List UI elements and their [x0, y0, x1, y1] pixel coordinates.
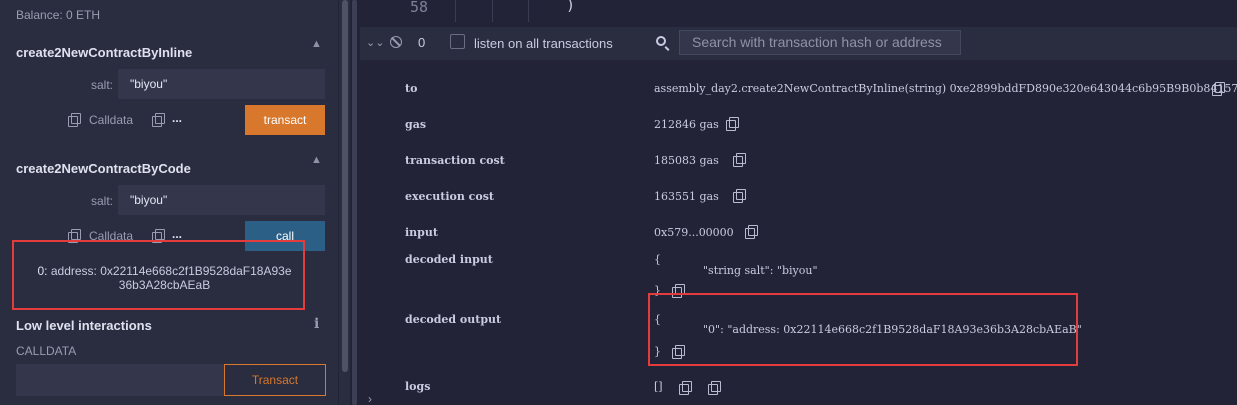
param-label-salt: salt: — [91, 78, 114, 92]
code-line: ) — [566, 0, 576, 14]
decoded-input-open: { — [654, 253, 661, 266]
param-label-salt: salt: — [91, 194, 114, 208]
chevron-up-icon[interactable]: ▲ — [311, 154, 322, 166]
copy-icon[interactable] — [1212, 82, 1225, 96]
copy-icon[interactable] — [733, 189, 746, 203]
tx-key-execution-cost: execution cost — [405, 190, 494, 203]
tx-val-to: assembly_day2.create2NewContractByInline… — [654, 82, 1237, 95]
tx-key-input: input — [405, 226, 438, 239]
low-level-transact-button[interactable]: Transact — [224, 364, 326, 396]
editor-gutter-line — [455, 0, 456, 22]
chevron-up-icon[interactable]: ▲ — [311, 38, 322, 50]
tx-key-transaction-cost: transaction cost — [405, 154, 505, 167]
calldata-label[interactable]: Calldata — [89, 113, 133, 127]
copy-icon[interactable] — [679, 381, 692, 395]
tx-val-execution-cost: 163551 gas — [654, 190, 719, 203]
pending-tx-count: 0 — [418, 35, 426, 50]
tx-val-transaction-cost: 185083 gas — [654, 154, 719, 167]
decoded-output-close: } — [654, 345, 661, 358]
tx-key-logs: logs — [405, 380, 431, 393]
tx-key-decoded-output: decoded output — [405, 313, 502, 326]
call-result: 0: address: 0x22114e668c2f1B9528daF18A93… — [27, 264, 302, 292]
divider-thumb[interactable] — [352, 0, 357, 405]
function-title-create2-code[interactable]: create2NewContractByCode — [16, 161, 191, 176]
result-index: 0: — [37, 264, 48, 278]
tx-key-decoded-input: decoded input — [405, 253, 493, 266]
tx-val-logs: [] — [654, 380, 663, 393]
more-ellipsis[interactable]: ... — [172, 111, 182, 125]
copy-icon[interactable] — [726, 117, 739, 131]
copy-icon[interactable] — [152, 113, 165, 127]
left-scrollbar[interactable] — [338, 0, 350, 405]
search-input[interactable]: Search with transaction hash or address — [679, 30, 961, 55]
copy-icon[interactable] — [672, 284, 685, 298]
clear-console-icon[interactable] — [390, 36, 402, 48]
salt-input[interactable]: "biyou" — [118, 69, 325, 99]
scrollbar-thumb[interactable] — [342, 0, 348, 372]
line-number: 58 — [410, 0, 429, 16]
tx-key-to: to — [405, 82, 418, 95]
copy-icon[interactable] — [68, 229, 81, 243]
deploy-run-panel: Balance: 0 ETH create2NewContractByInlin… — [0, 0, 338, 405]
listen-all-label[interactable]: listen on all transactions — [474, 36, 613, 51]
function-title-create2-inline[interactable]: create2NewContractByInline — [16, 45, 192, 60]
transact-button[interactable]: transact — [245, 105, 325, 135]
call-button[interactable]: call — [245, 221, 325, 251]
decoded-input-close: } — [654, 284, 661, 297]
tx-key-gas: gas — [405, 118, 427, 131]
calldata-input[interactable] — [16, 364, 224, 396]
more-ellipsis[interactable]: ... — [172, 227, 182, 241]
calldata-label[interactable]: Calldata — [89, 229, 133, 243]
decoded-output-body: "0": "address: 0x22114e668c2f1B9528daF18… — [703, 323, 1082, 336]
panel-divider[interactable] — [350, 0, 360, 405]
salt-input[interactable]: "biyou" — [118, 185, 325, 215]
balance-text: Balance: 0 ETH — [16, 8, 101, 22]
low-level-title: Low level interactions — [16, 318, 152, 333]
tx-val-gas: 212846 gas — [654, 118, 719, 131]
copy-icon[interactable] — [68, 113, 81, 127]
copy-icon[interactable] — [672, 345, 685, 359]
chevron-right-icon[interactable]: › — [368, 392, 372, 405]
calldata-section-label: CALLDATA — [16, 344, 77, 358]
copy-icon[interactable] — [733, 153, 746, 167]
result-line-1: address: 0x22114e668c2f1B9528daF18A93e — [50, 264, 292, 278]
decoded-output-open: { — [654, 313, 661, 326]
copy-icon[interactable] — [708, 381, 721, 395]
info-icon[interactable]: i — [314, 316, 319, 332]
tx-val-input: 0x579...00000 — [654, 226, 734, 239]
decoded-input-body: "string salt": "biyou" — [703, 264, 818, 277]
listen-all-checkbox[interactable] — [450, 34, 465, 49]
double-chevron-down-icon[interactable]: ⌄⌄ — [366, 36, 384, 49]
copy-icon[interactable] — [152, 229, 165, 243]
result-line-2: 36b3A28cbAEaB — [118, 278, 211, 292]
editor-indent-line — [492, 0, 493, 22]
editor-indent-line — [528, 0, 529, 22]
search-icon — [656, 36, 666, 46]
copy-icon[interactable] — [745, 225, 758, 239]
